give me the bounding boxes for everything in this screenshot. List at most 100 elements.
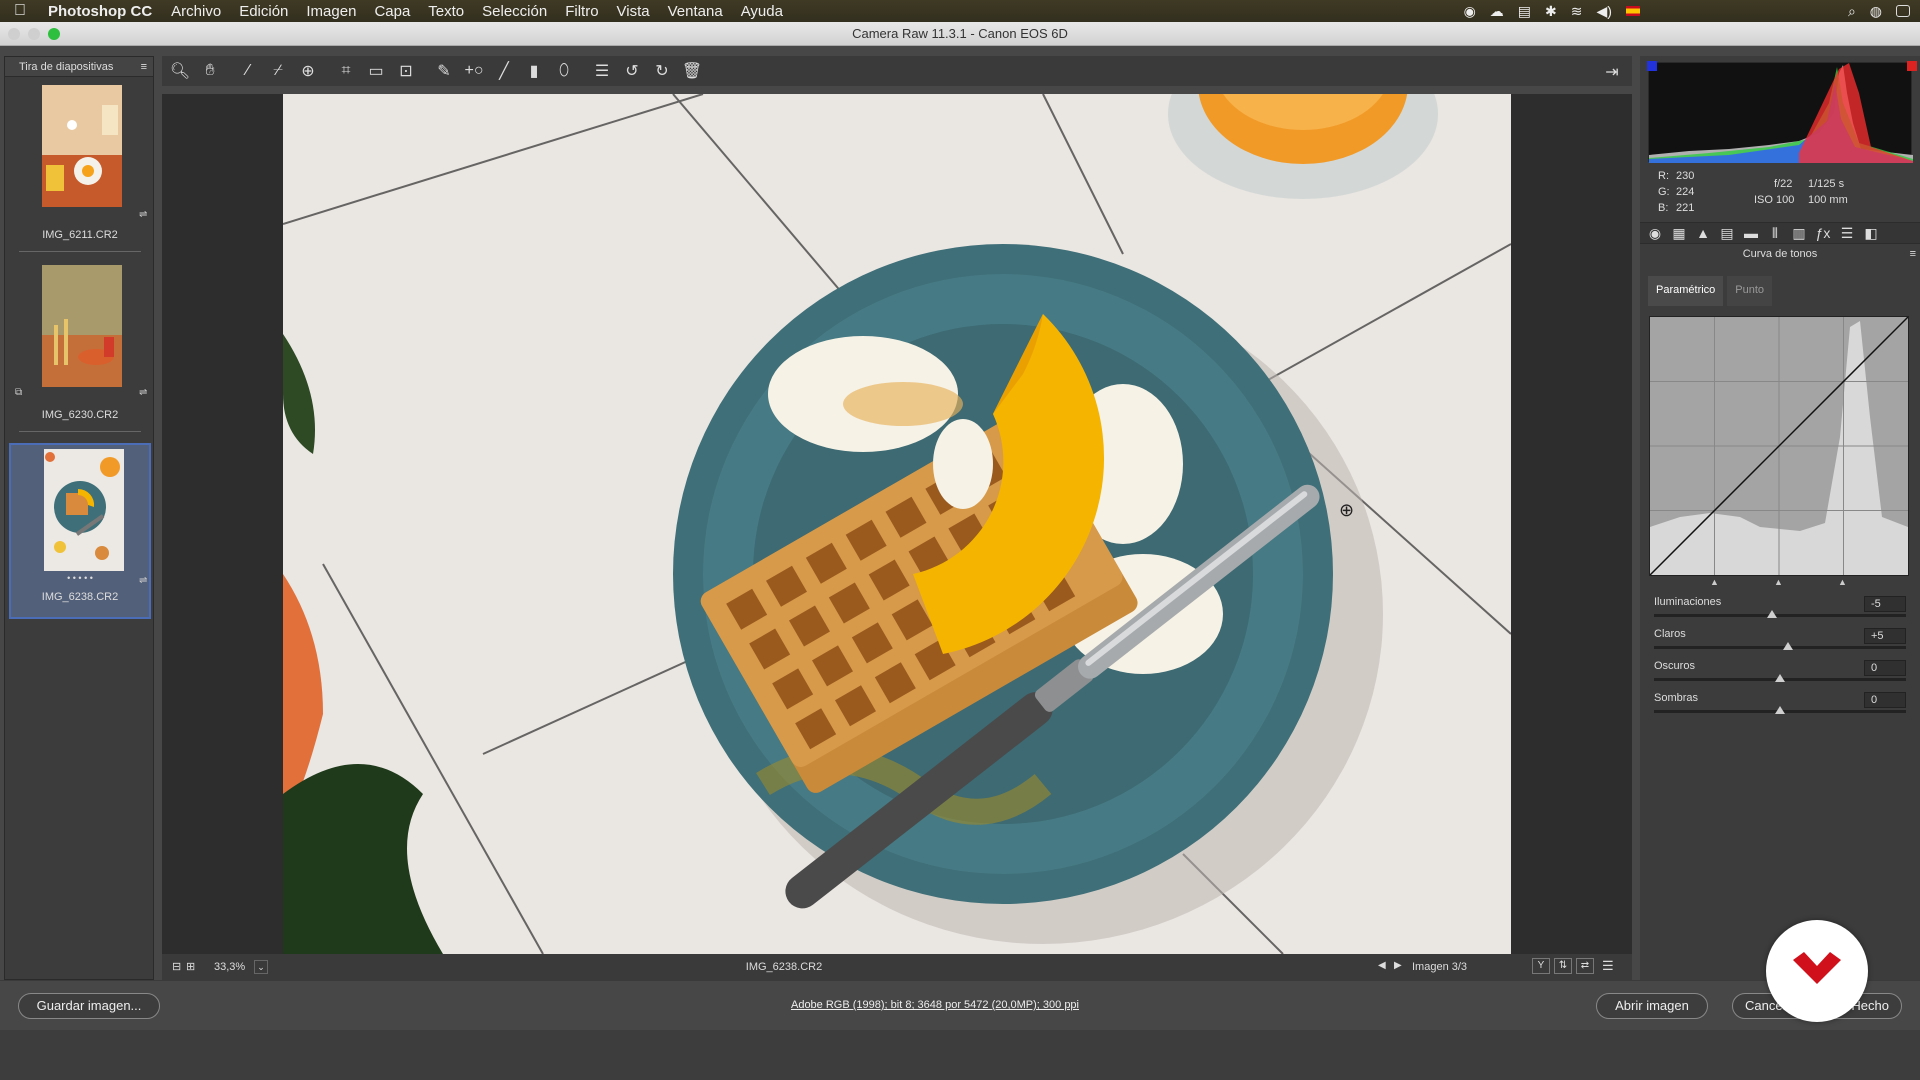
tone-curve-graph[interactable]: ▲ ▲ ▲ xyxy=(1649,316,1909,587)
menu-archivo[interactable]: Archivo xyxy=(162,3,230,20)
split-handle-midtones[interactable]: ▲ xyxy=(1774,577,1783,587)
menu-filtro[interactable]: Filtro xyxy=(556,3,607,20)
targeted-adjustment-tool-icon[interactable]: ⊕ xyxy=(296,59,320,83)
slider-track[interactable] xyxy=(1654,614,1906,617)
hsl-tab-icon[interactable]: ▤ xyxy=(1718,225,1736,242)
radial-filter-tool-icon[interactable]: ⬯ xyxy=(552,59,576,83)
slider-knob[interactable] xyxy=(1782,642,1793,650)
highlight-clipping-warning-icon[interactable] xyxy=(1907,61,1917,71)
shadow-clipping-warning-icon[interactable] xyxy=(1647,61,1657,71)
hand-tool-icon[interactable]: ✋︎ xyxy=(198,59,222,83)
menu-seleccion[interactable]: Selección xyxy=(473,3,556,20)
calibration-tab-icon[interactable]: ☰ xyxy=(1838,225,1856,242)
menu-app-name[interactable]: Photoshop CC xyxy=(40,3,162,20)
apple-icon[interactable]:  xyxy=(0,2,40,20)
graduated-filter-tool-icon[interactable]: ▮ xyxy=(522,59,546,83)
swap-before-after-icon[interactable]: ⇅ xyxy=(1554,958,1572,974)
adjustment-brush-tool-icon[interactable]: ╱ xyxy=(492,59,516,83)
wifi-icon[interactable]: ≋ xyxy=(1571,3,1583,20)
white-balance-tool-icon[interactable]: ⁄ xyxy=(236,59,260,83)
tab-parametrico[interactable]: Paramétrico xyxy=(1648,276,1724,306)
filmstrip-item-3-selected[interactable]: • • • • • ⇌ IMG_6238.CR2 xyxy=(9,443,151,619)
zoom-window-button[interactable] xyxy=(48,28,60,40)
preview-photo[interactable] xyxy=(283,94,1511,954)
siri-icon[interactable]: ◍ xyxy=(1870,3,1882,20)
fullscreen-toggle-icon[interactable]: ⇥ xyxy=(1600,60,1624,84)
slider-value-input[interactable]: 0 xyxy=(1864,692,1906,708)
image-counter: Imagen 3/3 xyxy=(1412,961,1468,973)
preferences-tool-icon[interactable]: ☰ xyxy=(590,59,614,83)
minimize-window-button[interactable] xyxy=(28,28,40,40)
split-handle-highlights[interactable]: ▲ xyxy=(1838,577,1847,587)
split-toning-tab-icon[interactable]: ▬ xyxy=(1742,225,1760,241)
close-window-button[interactable] xyxy=(8,28,20,40)
filmstrip-menu-icon[interactable]: ≡ xyxy=(141,61,147,73)
histogram xyxy=(1647,61,1917,163)
preview-settings-icon[interactable]: ☰ xyxy=(1602,958,1614,974)
filmstrip-item-1[interactable]: ⇌ IMG_6211.CR2 xyxy=(9,79,151,252)
next-image-button[interactable]: ▶ xyxy=(1394,960,1402,971)
zoom-level[interactable]: 33,3% xyxy=(214,961,245,973)
copy-settings-icon[interactable]: ⇄ xyxy=(1576,958,1594,974)
basic-tab-icon[interactable]: ◉ xyxy=(1646,225,1664,242)
transform-tab-icon[interactable]: ▥ xyxy=(1790,225,1808,242)
split-handle-shadows[interactable]: ▲ xyxy=(1710,577,1719,587)
slider-knob[interactable] xyxy=(1767,610,1778,618)
image-preview-area[interactable]: ⊕ xyxy=(162,94,1632,954)
zoom-in-button[interactable]: ⊞ xyxy=(186,960,195,973)
transform-tool-icon[interactable]: ⊡ xyxy=(394,59,418,83)
search-icon[interactable]: ⌕ xyxy=(1848,3,1856,20)
slider-value-input[interactable]: +5 xyxy=(1864,628,1906,644)
preview-status-bar: ⊟ ⊞ 33,3% ⌄ IMG_6238.CR2 ◀ ▶ Imagen 3/3 … xyxy=(162,954,1632,980)
detail-tab-icon[interactable]: ▲ xyxy=(1694,225,1712,241)
workflow-options-link[interactable]: Adobe RGB (1998); bit 8; 3648 por 5472 (… xyxy=(720,999,1150,1011)
crop-tool-icon[interactable]: ⌗ xyxy=(334,59,358,83)
zoom-dropdown-icon[interactable]: ⌄ xyxy=(254,960,268,974)
panel-menu-icon[interactable]: ≡ xyxy=(1910,248,1916,260)
creative-cloud-icon[interactable]: ☁ xyxy=(1490,3,1504,20)
effects-tab-icon[interactable]: ƒx xyxy=(1814,225,1832,241)
menu-vista[interactable]: Vista xyxy=(608,3,659,20)
slider-oscuros[interactable]: Oscuros 0 xyxy=(1654,660,1906,688)
rotate-right-icon[interactable]: ↻ xyxy=(650,59,674,83)
slider-value-input[interactable]: -5 xyxy=(1864,596,1906,612)
slider-iluminaciones[interactable]: Iluminaciones -5 xyxy=(1654,596,1906,624)
menu-ayuda[interactable]: Ayuda xyxy=(732,3,792,20)
printer-icon[interactable]: ▤ xyxy=(1518,3,1531,20)
zoom-tool-icon[interactable]: 🔍︎ xyxy=(168,59,192,83)
tone-curve-tab-icon[interactable]: ▦ xyxy=(1670,225,1688,242)
red-eye-tool-icon[interactable]: +○ xyxy=(462,59,486,83)
slider-track[interactable] xyxy=(1654,646,1906,649)
presets-tab-icon[interactable]: ◧ xyxy=(1862,225,1880,242)
open-image-button[interactable]: Abrir imagen xyxy=(1596,993,1708,1019)
slider-claros[interactable]: Claros +5 xyxy=(1654,628,1906,656)
rotate-left-icon[interactable]: ↺ xyxy=(620,59,644,83)
record-icon[interactable]: ◉ xyxy=(1464,3,1476,20)
notification-center-icon[interactable] xyxy=(1896,5,1910,17)
slider-value-input[interactable]: 0 xyxy=(1864,660,1906,676)
menu-texto[interactable]: Texto xyxy=(419,3,473,20)
trash-icon[interactable]: 🗑︎ xyxy=(680,59,704,83)
lens-corrections-tab-icon[interactable]: ⦀ xyxy=(1766,225,1784,242)
zoom-out-button[interactable]: ⊟ xyxy=(172,960,181,973)
tab-punto[interactable]: Punto xyxy=(1727,276,1773,306)
slider-knob[interactable] xyxy=(1775,706,1785,714)
menu-imagen[interactable]: Imagen xyxy=(297,3,365,20)
compare-y-icon[interactable]: Y xyxy=(1532,958,1550,974)
save-image-button[interactable]: Guardar imagen... xyxy=(18,993,160,1019)
menu-edicion[interactable]: Edición xyxy=(230,3,297,20)
previous-image-button[interactable]: ◀ xyxy=(1378,960,1386,971)
bluetooth-icon[interactable]: ✱ xyxy=(1545,3,1557,20)
slider-sombras[interactable]: Sombras 0 xyxy=(1654,692,1906,720)
slider-knob[interactable] xyxy=(1775,674,1785,682)
menu-ventana[interactable]: Ventana xyxy=(659,3,732,20)
color-sampler-tool-icon[interactable]: ⌿ xyxy=(266,59,290,83)
menu-capa[interactable]: Capa xyxy=(365,3,419,20)
curve-plot xyxy=(1649,316,1909,576)
straighten-tool-icon[interactable]: ▭ xyxy=(364,59,388,83)
flag-icon[interactable] xyxy=(1625,6,1640,16)
filmstrip-item-2[interactable]: ⧉ ⇌ IMG_6230.CR2 xyxy=(9,259,151,432)
star-rating[interactable]: • • • • • xyxy=(11,573,149,583)
spot-removal-tool-icon[interactable]: ✎ xyxy=(432,59,456,83)
volume-icon[interactable]: ◀) xyxy=(1597,3,1612,20)
